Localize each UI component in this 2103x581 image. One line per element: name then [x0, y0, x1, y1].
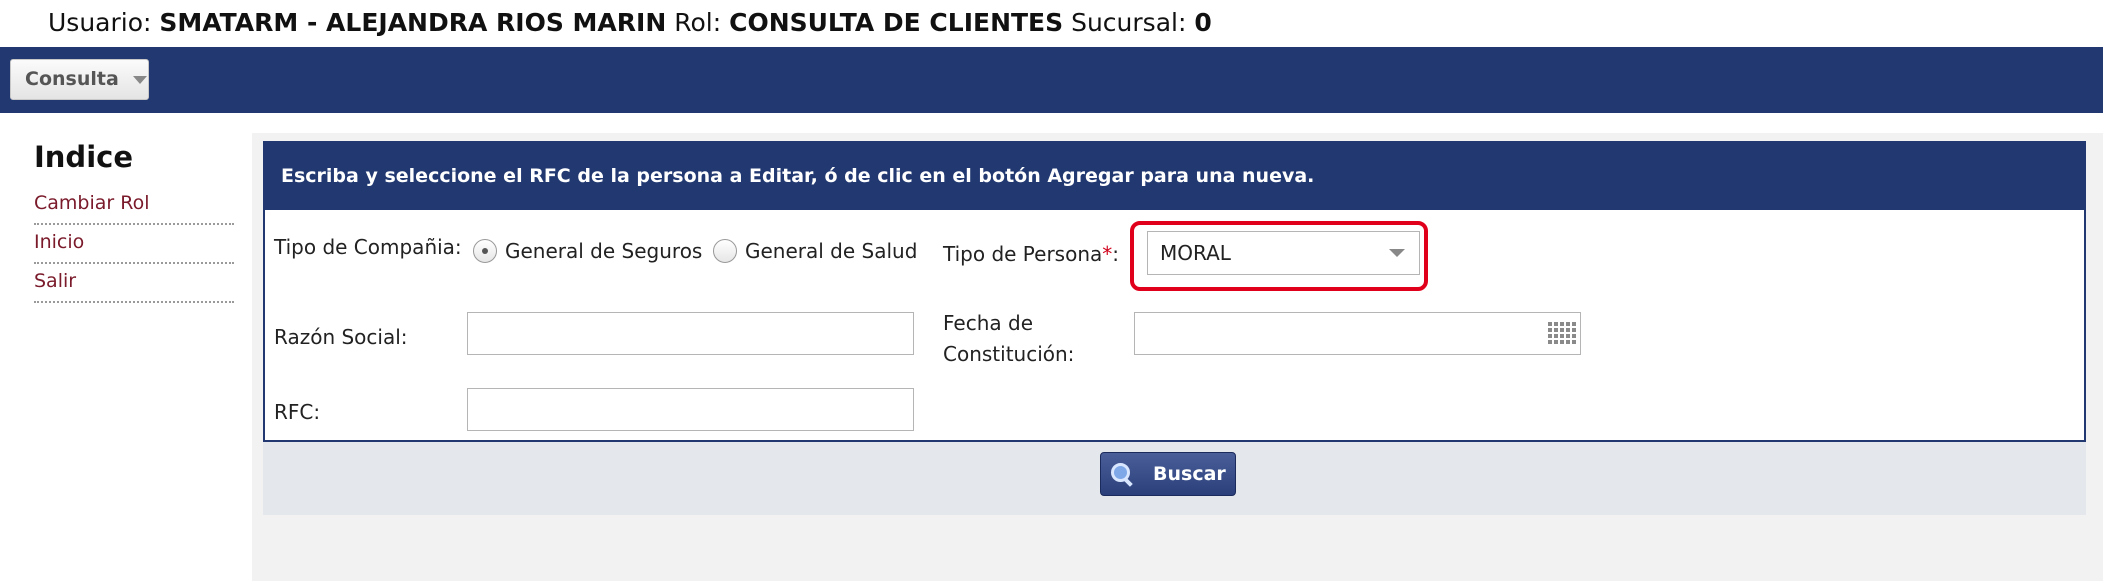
tipo-persona-label: Tipo de Persona*:: [943, 242, 1119, 266]
rfc-label: RFC:: [274, 400, 321, 424]
radio-unchecked-icon: [713, 239, 737, 263]
radio-general-salud[interactable]: General de Salud: [713, 239, 917, 263]
calendar-icon[interactable]: [1548, 322, 1576, 346]
fecha-constitucion-label: Fecha de Constitución:: [943, 308, 1074, 370]
buscar-button-label: Buscar: [1153, 463, 1226, 485]
top-navbar: Consulta: [0, 47, 2103, 113]
radio-checked-icon: [473, 239, 497, 263]
tipo-persona-selected-value: MORAL: [1160, 241, 1231, 265]
sidebar: Indice Cambiar Rol Inicio Salir: [0, 113, 250, 581]
rol-value: CONSULTA DE CLIENTES: [729, 8, 1064, 37]
fecha-label-line1: Fecha de: [943, 311, 1033, 335]
fecha-label-line2: Constitución:: [943, 342, 1075, 366]
rol-label: Rol:: [674, 8, 722, 37]
user-info-bar: Usuario: SMATARM - ALEJANDRA RIOS MARIN …: [0, 0, 2103, 47]
search-icon: [1111, 463, 1133, 485]
radio-general-salud-label: General de Salud: [745, 239, 918, 263]
razon-social-input[interactable]: [467, 312, 914, 355]
search-panel: Escriba y seleccione el RFC de la person…: [263, 141, 2086, 442]
fecha-constitucion-input[interactable]: [1134, 312, 1581, 355]
usuario-label: Usuario:: [48, 8, 152, 37]
tipo-persona-select[interactable]: MORAL: [1147, 231, 1420, 275]
tipo-persona-label-text: Tipo de Persona: [943, 242, 1103, 266]
tipo-compania-label: Tipo de Compañia:: [274, 235, 462, 259]
consulta-menu-label: Consulta: [25, 68, 119, 90]
razon-social-label: Razón Social:: [274, 325, 408, 349]
panel-header: Escriba y seleccione el RFC de la person…: [265, 143, 2084, 210]
sidebar-item-inicio[interactable]: Inicio: [34, 225, 234, 264]
rfc-input[interactable]: [467, 388, 914, 431]
sidebar-item-cambiar-rol[interactable]: Cambiar Rol: [34, 186, 234, 225]
tipo-persona-colon: :: [1112, 242, 1120, 266]
sidebar-item-salir[interactable]: Salir: [34, 264, 234, 303]
chevron-down-icon: [1389, 249, 1405, 257]
sucursal-value: 0: [1194, 8, 1212, 37]
radio-general-seguros[interactable]: General de Seguros: [473, 239, 702, 263]
sucursal-label: Sucursal:: [1071, 8, 1187, 37]
buscar-button[interactable]: Buscar: [1100, 452, 1236, 496]
required-marker: *: [1102, 242, 1113, 266]
usuario-value: SMATARM - ALEJANDRA RIOS MARIN: [159, 8, 667, 37]
consulta-menu-button[interactable]: Consulta: [10, 59, 149, 100]
sidebar-title: Indice: [34, 140, 133, 174]
chevron-down-icon: [132, 75, 147, 84]
radio-general-seguros-label: General de Seguros: [505, 239, 703, 263]
main-content: Escriba y seleccione el RFC de la person…: [252, 133, 2103, 581]
